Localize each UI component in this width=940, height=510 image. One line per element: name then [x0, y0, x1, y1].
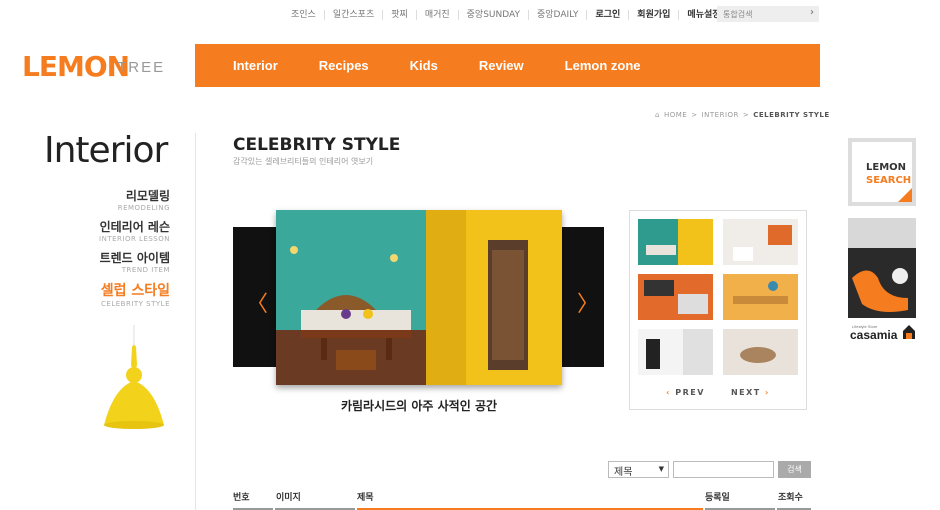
menu-settings-label: 메뉴설정 [687, 10, 721, 20]
thumbnail-image [723, 274, 798, 320]
pendant-lamp-illustration [104, 325, 164, 429]
util-link-daily[interactable]: 중앙DAILY [529, 10, 588, 20]
thumbnail-pager: ‹ PREV NEXT › [629, 388, 807, 397]
thumbnail-3[interactable] [638, 274, 713, 320]
page-subtitle: 감각있는 셀레브리티들의 인테리어 엿보기 [233, 157, 374, 166]
sidebar-item-celebrity-style[interactable]: 셀럽 스타일 CELEBRITY STYLE [99, 280, 170, 308]
board-search-button[interactable]: 검색 [778, 461, 811, 478]
corner-triangle-icon [898, 188, 912, 202]
search-field-select[interactable]: 제목 ▼ [608, 461, 669, 478]
breadcrumb: ⌂ HOME > INTERIOR > CELEBRITY STYLE [655, 111, 830, 119]
thumbnail-next-label: NEXT [730, 388, 761, 397]
util-link-pajji[interactable]: 팟찌 [383, 10, 417, 20]
search-field-value: 제목 [614, 467, 633, 478]
breadcrumb-separator: > [742, 111, 750, 119]
home-icon: ⌂ [655, 111, 660, 119]
slider-prev-button[interactable]: 〈 [246, 286, 268, 318]
lemon-search-banner[interactable]: LEMON SEARCH [848, 138, 916, 206]
nav-review[interactable]: Review [479, 58, 524, 73]
thumbnail-1[interactable] [638, 219, 713, 265]
thumbnail-6[interactable] [723, 329, 798, 375]
sidebar-item-sublabel: INTERIOR LESSON [99, 235, 170, 243]
thumbnail-4[interactable] [723, 274, 798, 320]
site-logo[interactable]: LEMON TREE [22, 50, 165, 83]
util-link-magazine[interactable]: 매거진 [417, 10, 459, 20]
thumbnail-image [638, 329, 713, 375]
thumbnail-image [723, 329, 798, 375]
sidebar-item-label: 트렌드 아이템 [99, 251, 170, 265]
thumbnail-image [723, 219, 798, 265]
main-nav: Interior Recipes Kids Review Lemon zone [195, 44, 820, 87]
chevron-right-icon[interactable]: › [810, 7, 814, 18]
column-number: 번호 [233, 493, 250, 503]
thumbnail-image [638, 274, 713, 320]
breadcrumb-separator: > [691, 111, 698, 119]
sidebar-item-trend-item[interactable]: 트렌드 아이템 TREND ITEM [99, 249, 170, 274]
column-views: 조회수 [778, 493, 803, 503]
global-search-placeholder: 통합검색 [723, 10, 753, 19]
casamia-wordmark: casamia [850, 328, 898, 342]
thumbnail-next-button[interactable]: NEXT › [731, 388, 770, 397]
board-table-header: 번호 이미지 제목 등록일 조회수 [233, 488, 811, 510]
thumbnail-prev-label: PREV [675, 388, 705, 397]
chevron-left-icon: ‹ [666, 388, 671, 397]
sidebar-divider [195, 133, 196, 510]
thumbnail-5[interactable] [638, 329, 713, 375]
board-search: 제목 ▼ 검색 [608, 461, 811, 478]
nav-lemon-zone[interactable]: Lemon zone [565, 58, 641, 73]
thumbnail-2[interactable] [723, 219, 798, 265]
nav-kids[interactable]: Kids [410, 58, 438, 73]
login-link[interactable]: 로그인 [587, 10, 630, 20]
banner-text-lemon: LEMON [866, 162, 907, 173]
board-search-input[interactable] [673, 461, 774, 478]
section-title: Interior [44, 130, 168, 171]
sidebar-item-sublabel: CELEBRITY STYLE [101, 300, 170, 308]
sidebar-item-interior-lesson[interactable]: 인테리어 레슨 INTERIOR LESSON [99, 218, 170, 243]
column-title: 제목 [357, 493, 374, 503]
sidebar-menu: 리모델링 REMODELING 인테리어 레슨 INTERIOR LESSON … [99, 187, 170, 314]
column-date: 등록일 [705, 493, 730, 503]
sidebar-item-remodeling[interactable]: 리모델링 REMODELING [99, 187, 170, 212]
thumbnail-prev-button[interactable]: ‹ PREV [666, 388, 705, 397]
signup-link[interactable]: 회원가입 [629, 10, 680, 20]
sidebar-item-label: 리모델링 [125, 189, 170, 203]
slider-caption: 카림라시드의 아주 사적인 공간 [340, 399, 498, 413]
nav-recipes[interactable]: Recipes [319, 58, 369, 73]
sidebar-item-sublabel: TREND ITEM [121, 266, 170, 274]
util-link-joins[interactable]: 조인스 [283, 10, 325, 20]
slider-next-button[interactable]: 〉 [577, 286, 599, 318]
casamia-banner[interactable]: Lifestyle Store casamia [848, 218, 916, 346]
chevron-right-icon: › [765, 388, 770, 397]
thumbnail-panel [629, 210, 807, 410]
breadcrumb-current: CELEBRITY STYLE [753, 111, 830, 119]
util-link-sunday[interactable]: 중앙SUNDAY [459, 10, 529, 20]
util-link-ilgan[interactable]: 일간스포츠 [325, 10, 384, 20]
thumbnail-image [638, 219, 713, 265]
nav-interior[interactable]: Interior [233, 58, 278, 73]
casamia-ad-image: Lifestyle Store casamia [848, 218, 916, 346]
utility-bar: 조인스 일간스포츠 팟찌 매거진 중앙SUNDAY 중앙DAILY 로그인 회원… [283, 8, 742, 22]
slider-main-image[interactable] [276, 210, 562, 385]
banner-text-search: SEARCH [866, 175, 912, 186]
logo-tree: TREE [117, 59, 166, 76]
page-title: CELEBRITY STYLE [233, 135, 401, 155]
breadcrumb-home[interactable]: HOME [664, 111, 687, 119]
logo-lemon: LEMON [22, 50, 130, 83]
global-search-input[interactable]: 통합검색 › [717, 6, 819, 22]
sidebar-item-label: 인테리어 레슨 [99, 220, 170, 234]
column-image: 이미지 [276, 493, 301, 503]
sidebar-item-label: 셀럽 스타일 [100, 283, 170, 299]
sidebar-item-sublabel: REMODELING [117, 204, 170, 212]
bedroom-photo [276, 210, 562, 385]
chevron-down-icon: ▼ [658, 465, 664, 473]
breadcrumb-interior[interactable]: INTERIOR [702, 111, 739, 119]
